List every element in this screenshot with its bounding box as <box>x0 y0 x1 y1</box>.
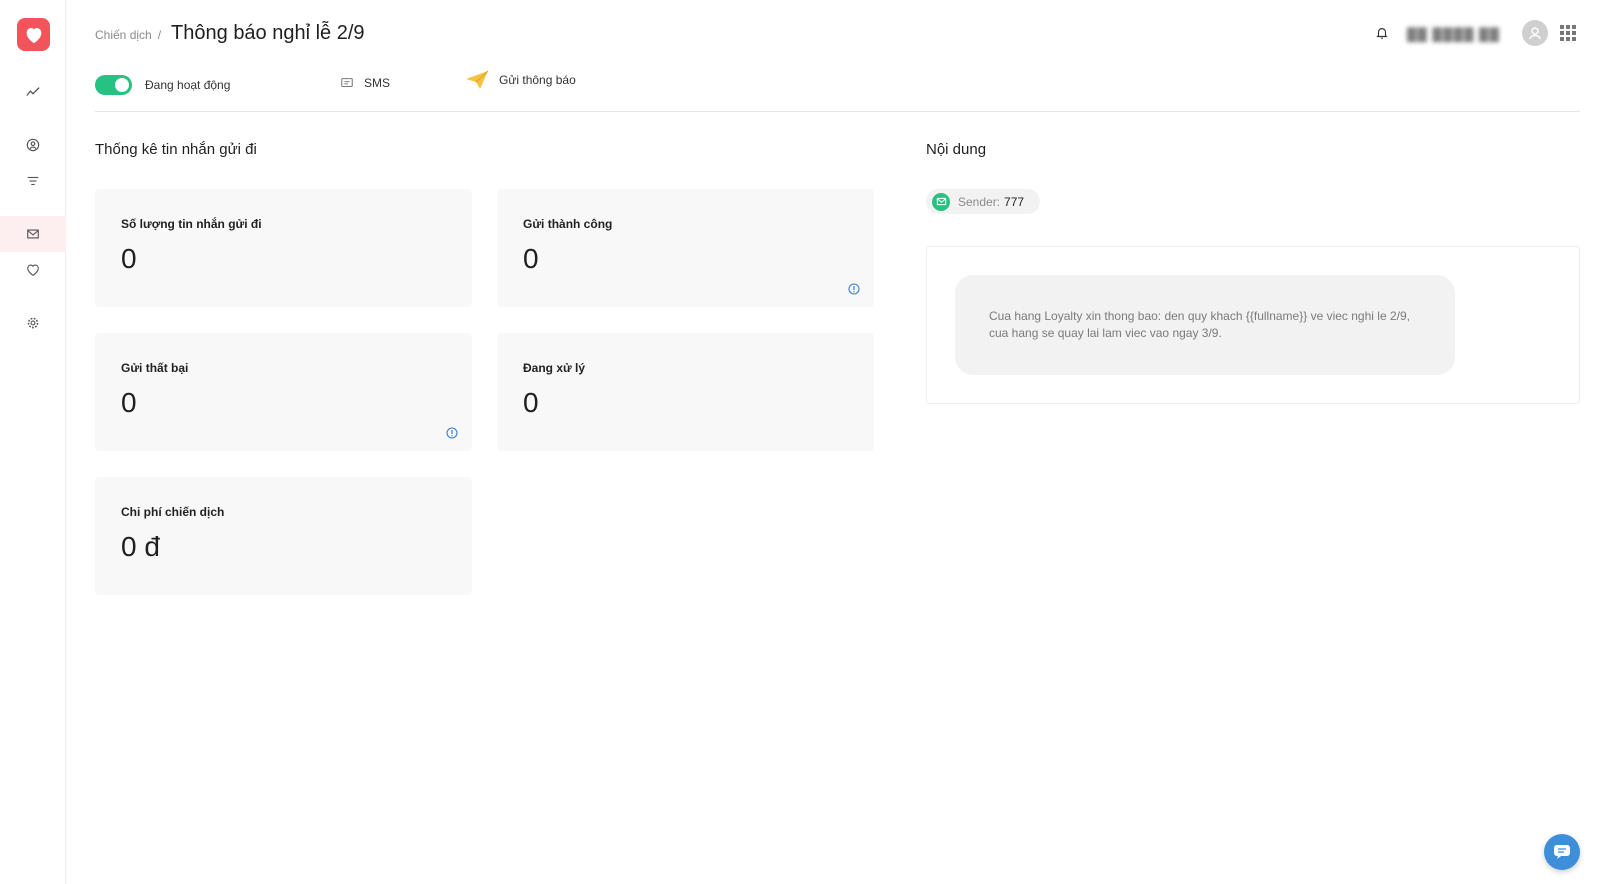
stat-value: 0 đ <box>121 531 160 562</box>
stat-value: 0 <box>121 387 137 418</box>
stat-value: 0 <box>523 387 539 418</box>
info-icon[interactable] <box>848 283 860 295</box>
info-icon[interactable] <box>446 427 458 439</box>
avatar[interactable] <box>1522 20 1548 46</box>
heart-outline-icon <box>27 264 39 276</box>
sender-mail-icon <box>932 192 950 211</box>
breadcrumb: Chiến dịch / Thông báo nghỉ lễ 2/9 <box>95 22 365 45</box>
stat-card-success: Gửi thành công 0 <box>497 189 874 307</box>
toggle-knob <box>115 78 129 92</box>
stat-card-total: Số lượng tin nhắn gửi đi 0 <box>95 189 472 307</box>
active-toggle[interactable] <box>95 75 132 95</box>
stat-value: 0 <box>121 243 137 274</box>
send-notification-label: Gửi thông báo <box>499 73 576 87</box>
heart-icon <box>26 27 41 43</box>
paper-plane-icon <box>466 70 489 89</box>
sender-label: Sender: <box>958 194 1001 209</box>
sender-value: 777 <box>1004 194 1025 209</box>
stat-card-processing: Đang xử lý 0 <box>497 333 874 451</box>
sidebar-item-dashboard[interactable] <box>0 74 66 110</box>
trend-chart-icon <box>26 87 40 96</box>
header-actions: ▓▓ ▓▓▓▓ ▓▓ <box>1375 20 1576 46</box>
bell-icon[interactable] <box>1375 26 1389 40</box>
sidebar-item-settings[interactable] <box>0 305 66 341</box>
stat-label: Số lượng tin nhắn gửi đi <box>121 217 262 231</box>
channel-label: SMS <box>364 76 391 90</box>
stat-value: 0 <box>523 243 539 274</box>
user-circle-icon <box>26 138 40 152</box>
channel-indicator: SMS <box>340 76 390 90</box>
stat-label: Đang xử lý <box>523 361 586 375</box>
breadcrumb-parent[interactable]: Chiến dịch <box>95 28 152 42</box>
page-title: Thông báo nghỉ lễ 2/9 <box>171 22 365 44</box>
stats-title: Thống kê tin nhắn gửi đi <box>95 141 257 158</box>
breadcrumb-separator: / <box>157 28 162 42</box>
sender-badge: Sender: 777 <box>926 189 1041 214</box>
avatar-icon <box>1528 27 1542 40</box>
sidebar <box>0 0 66 884</box>
message-icon <box>341 78 353 88</box>
campaign-status-bar: Đang hoạt động SMS Gửi thông báo <box>95 70 1580 112</box>
sidebar-item-segments[interactable] <box>0 163 66 199</box>
sidebar-item-campaigns[interactable] <box>0 216 66 252</box>
toggle-label: Đang hoạt động <box>145 78 231 92</box>
stat-card-cost: Chi phí chiến dịch 0 đ <box>95 477 472 595</box>
send-notification[interactable]: Gửi thông báo <box>465 70 576 90</box>
stat-label: Chi phí chiến dịch <box>121 505 225 519</box>
mail-icon <box>27 229 39 239</box>
chat-bubble-icon <box>1554 845 1570 859</box>
logo[interactable] <box>17 18 50 51</box>
message-bubble: Cua hang Loyalty xin thong bao: den quy … <box>955 275 1455 375</box>
stat-label: Gửi thành công <box>523 217 613 231</box>
gear-icon <box>27 317 39 329</box>
sidebar-item-customers[interactable] <box>0 127 66 163</box>
stat-card-failed: Gửi thất bại 0 <box>95 333 472 451</box>
apps-grid-icon[interactable] <box>1560 25 1576 41</box>
username[interactable]: ▓▓ ▓▓▓▓ ▓▓ <box>1407 26 1500 41</box>
chat-support-button[interactable] <box>1544 834 1580 870</box>
stat-label: Gửi thất bại <box>121 361 189 375</box>
filter-icon <box>27 176 39 186</box>
sidebar-item-loyalty[interactable] <box>0 252 66 288</box>
message-preview-box: Cua hang Loyalty xin thong bao: den quy … <box>926 246 1580 404</box>
content-title: Nội dung <box>926 141 987 158</box>
